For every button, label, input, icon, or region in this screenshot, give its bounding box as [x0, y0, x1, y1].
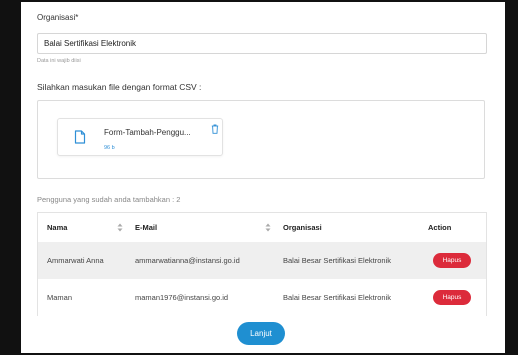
- cell-organisasi: Balai Besar Sertifikasi Elektronik: [283, 293, 391, 302]
- document-icon: [74, 130, 86, 144]
- table-header-row: Nama E-Mail Organisasi Action: [38, 213, 486, 242]
- cell-email: maman1976@instansi.go.id: [135, 293, 229, 302]
- csv-upload-dropzone[interactable]: Form-Tambah-Penggu... 96 b: [37, 100, 485, 179]
- delete-user-button[interactable]: Hapus: [433, 290, 471, 305]
- column-header-organisasi[interactable]: Organisasi: [283, 213, 322, 242]
- column-header-email[interactable]: E-Mail: [135, 213, 157, 242]
- form-container: Organisasi* Data ini wajib diisi Silahka…: [22, 2, 504, 353]
- organisasi-input[interactable]: [37, 33, 487, 54]
- sort-icon[interactable]: [265, 223, 271, 232]
- column-header-action: Action: [428, 223, 452, 232]
- user-count-text: Pengguna yang sudah anda tambahkan : 2: [37, 195, 181, 204]
- column-header-nama[interactable]: Nama: [47, 213, 67, 242]
- table-row: Maman maman1976@instansi.go.id Balai Bes…: [38, 279, 486, 316]
- delete-user-button[interactable]: Hapus: [433, 253, 471, 268]
- cell-nama: Ammarwati Anna: [47, 256, 104, 265]
- users-table: Nama E-Mail Organisasi Action Ammarwati …: [37, 212, 487, 316]
- uploaded-file-card: Form-Tambah-Penggu... 96 b: [57, 118, 223, 156]
- uploaded-file-size: 96 b: [104, 145, 115, 151]
- organisasi-helper-text: Data ini wajib diisi: [37, 58, 81, 64]
- next-button[interactable]: Lanjut: [237, 322, 285, 345]
- cell-organisasi: Balai Besar Sertifikasi Elektronik: [283, 256, 391, 265]
- sort-icon[interactable]: [117, 223, 123, 232]
- cell-nama: Maman: [47, 293, 73, 302]
- trash-icon[interactable]: [211, 124, 219, 134]
- csv-upload-label: Silahkan masukan file dengan format CSV …: [37, 82, 202, 92]
- table-row: Ammarwati Anna ammarwatianna@instansi.go…: [38, 242, 486, 279]
- cell-email: ammarwatianna@instansi.go.id: [135, 256, 240, 265]
- uploaded-file-name: Form-Tambah-Penggu...: [104, 128, 191, 137]
- organisasi-label: Organisasi*: [37, 13, 79, 22]
